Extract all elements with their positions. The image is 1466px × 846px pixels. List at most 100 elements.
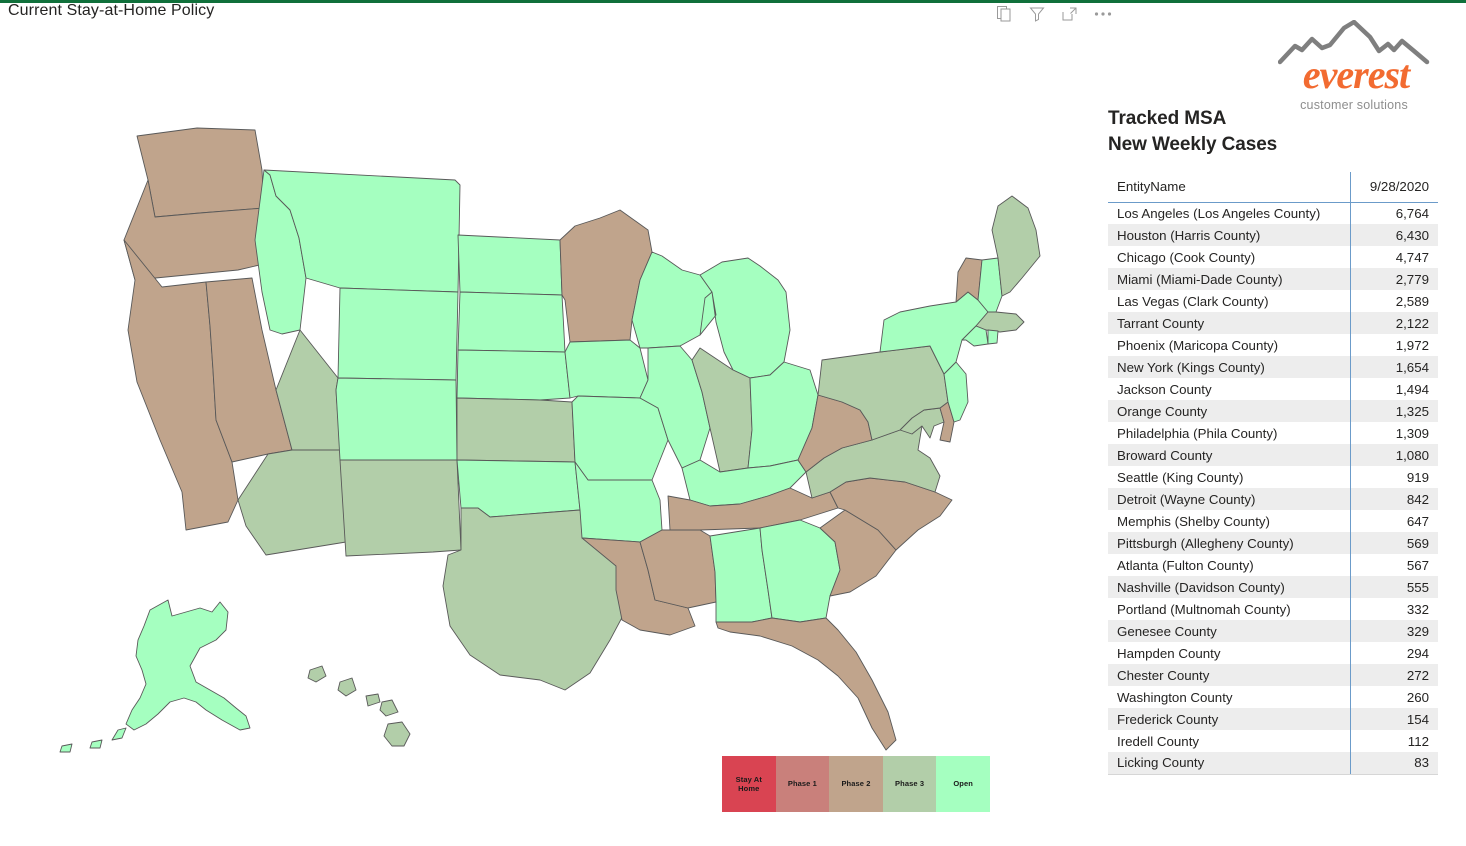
state-NM[interactable] <box>339 459 462 557</box>
legend-segment-open[interactable]: Open <box>936 756 990 812</box>
more-options-icon[interactable] <box>1093 4 1113 24</box>
table-row[interactable]: Frederick County 154 <box>1108 708 1438 730</box>
state-AZ[interactable] <box>237 449 347 556</box>
cell-new-weekly-cases: 1,080 <box>1349 444 1438 466</box>
cell-entity-name: Chester County <box>1108 664 1350 686</box>
table-row[interactable]: Phoenix (Maricopa County) 1,972 <box>1108 334 1438 356</box>
state-WA[interactable] <box>136 127 265 218</box>
panel-title-line2: New Weekly Cases <box>1108 134 1278 155</box>
cell-new-weekly-cases: 272 <box>1349 664 1438 686</box>
legend-label: Phase 2 <box>841 779 871 789</box>
state-RI[interactable] <box>987 329 999 345</box>
state-WY[interactable] <box>337 287 459 381</box>
table-body: Los Angeles (Los Angeles County) 6,764 Hou… <box>1108 202 1438 775</box>
state-CO[interactable] <box>335 377 458 461</box>
state-FL[interactable] <box>715 617 897 751</box>
cell-new-weekly-cases: 6,764 <box>1349 202 1438 224</box>
cell-new-weekly-cases: 567 <box>1349 554 1438 576</box>
state-shapes <box>59 127 1041 753</box>
cell-new-weekly-cases: 1,972 <box>1349 334 1438 356</box>
table-row[interactable]: Chicago (Cook County) 4,747 <box>1108 246 1438 268</box>
cell-new-weekly-cases: 4,747 <box>1349 246 1438 268</box>
table-row[interactable]: Licking County 83 <box>1108 752 1438 775</box>
table-row[interactable]: Genesee County 329 <box>1108 620 1438 642</box>
cell-new-weekly-cases: 2,589 <box>1349 290 1438 312</box>
state-AK[interactable] <box>59 599 251 753</box>
state-MO[interactable] <box>571 395 669 481</box>
panel-title-line1: Tracked MSA <box>1108 108 1227 129</box>
visual-header-actions <box>994 4 1113 24</box>
table-row[interactable]: Miami (Miami-Dade County) 2,779 <box>1108 268 1438 290</box>
state-HI[interactable] <box>307 665 411 747</box>
legend-segment-stay-at-home[interactable]: Stay At Home <box>722 756 776 812</box>
cell-entity-name: Atlanta (Fulton County) <box>1117 557 1254 573</box>
table-row[interactable]: Atlanta (Fulton County) 567 <box>1108 554 1438 576</box>
table-row[interactable]: Las Vegas (Clark County) 2,589 <box>1108 290 1438 312</box>
legend-segment-phase-3[interactable]: Phase 3 <box>882 756 937 812</box>
cell-new-weekly-cases: 919 <box>1349 466 1438 488</box>
legend-label: Phase 3 <box>895 779 925 789</box>
cell-new-weekly-cases: 555 <box>1349 576 1438 598</box>
cell-entity-name: Iredell County <box>1117 733 1200 749</box>
legend-segment-phase-1[interactable]: Phase 1 <box>775 756 830 812</box>
cell-new-weekly-cases: 1,309 <box>1349 422 1438 444</box>
cell-entity-name: Tarrant County <box>1108 312 1350 334</box>
cell-new-weekly-cases: 1,325 <box>1349 400 1438 422</box>
cell-entity-name: Broward County <box>1108 444 1350 466</box>
table-header: EntityName 9/28/2020 <box>1108 172 1438 203</box>
cell-new-weekly-cases: 154 <box>1349 708 1438 730</box>
table-row[interactable]: New York (Kings County) 1,654 <box>1108 356 1438 378</box>
tracked-msa-panel: Tracked MSA New Weekly Cases EntityName … <box>1108 106 1438 775</box>
table-row[interactable]: Jackson County 1,494 <box>1108 378 1438 400</box>
column-header-date[interactable]: 9/28/2020 <box>1349 172 1438 203</box>
table-row[interactable]: Nashville (Davidson County) 555 <box>1108 576 1438 598</box>
cell-new-weekly-cases: 6,430 <box>1349 224 1438 246</box>
table-row[interactable]: Portland (Multnomah County) 332 <box>1108 598 1438 620</box>
cell-entity-name: Phoenix (Maricopa County) <box>1117 337 1279 353</box>
focus-mode-icon[interactable] <box>1060 4 1080 24</box>
new-weekly-cases-table[interactable]: EntityName 9/28/2020 Los Angeles (Los An… <box>1108 172 1438 775</box>
cell-entity-name: Houston (Harris County) <box>1108 224 1350 246</box>
cell-entity-name: Nashville (Davidson County) <box>1108 576 1350 598</box>
table-row[interactable]: Seattle (King County) 919 <box>1108 466 1438 488</box>
cell-entity-name: New York (Kings County) <box>1108 356 1350 378</box>
table-row[interactable]: Philadelphia (Phila County) 1,309 <box>1108 422 1438 444</box>
state-KS[interactable] <box>456 397 576 463</box>
table-row[interactable]: Orange County 1,325 <box>1108 400 1438 422</box>
copy-icon[interactable] <box>994 4 1014 24</box>
state-ND[interactable] <box>457 234 563 296</box>
table-row[interactable]: Washington County 260 <box>1108 686 1438 708</box>
cell-new-weekly-cases: 332 <box>1349 598 1438 620</box>
table-row[interactable]: Memphis (Shelby County) 647 <box>1108 510 1438 532</box>
state-NE[interactable] <box>456 349 571 401</box>
company-logo: everest customer solutions <box>1278 20 1430 112</box>
table-row[interactable]: Hampden County 294 <box>1108 642 1438 664</box>
cell-new-weekly-cases: 2,779 <box>1349 268 1438 290</box>
cell-entity-name: Genesee County <box>1108 620 1350 642</box>
table-row[interactable]: Iredell County 112 <box>1108 730 1438 752</box>
cell-entity-name: Frederick County <box>1108 708 1350 730</box>
us-choropleth-map[interactable] <box>0 30 1100 770</box>
cell-new-weekly-cases: 2,122 <box>1349 312 1438 334</box>
table-row[interactable]: Pittsburgh (Allegheny County) 569 <box>1108 532 1438 554</box>
cell-entity-name: Hampden County <box>1117 645 1221 661</box>
state-IA[interactable] <box>564 339 649 399</box>
table-row[interactable]: Broward County 1,080 <box>1108 444 1438 466</box>
column-header-entityname[interactable]: EntityName <box>1108 172 1350 203</box>
state-NH[interactable] <box>977 257 1003 313</box>
cell-new-weekly-cases: 83 <box>1349 752 1438 775</box>
table-row[interactable]: Detroit (Wayne County) 842 <box>1108 488 1438 510</box>
cell-entity-name: Jackson County <box>1117 381 1212 397</box>
table-row[interactable]: Houston (Harris County) 6,430 <box>1108 224 1438 246</box>
filter-icon[interactable] <box>1027 4 1047 24</box>
cell-new-weekly-cases: 112 <box>1349 730 1438 752</box>
legend-label-line1: Stay At <box>735 774 762 784</box>
legend-segment-phase-2[interactable]: Phase 2 <box>829 756 883 812</box>
state-SD[interactable] <box>457 291 566 353</box>
table-row[interactable]: Tarrant County 2,122 <box>1108 312 1438 334</box>
table-row[interactable]: Chester County 272 <box>1108 664 1438 686</box>
top-accent-bar <box>0 0 1466 3</box>
cell-entity-name: Memphis (Shelby County) <box>1117 513 1270 529</box>
table-row[interactable]: Los Angeles (Los Angeles County) 6,764 <box>1108 202 1438 224</box>
cell-new-weekly-cases: 842 <box>1349 488 1438 510</box>
